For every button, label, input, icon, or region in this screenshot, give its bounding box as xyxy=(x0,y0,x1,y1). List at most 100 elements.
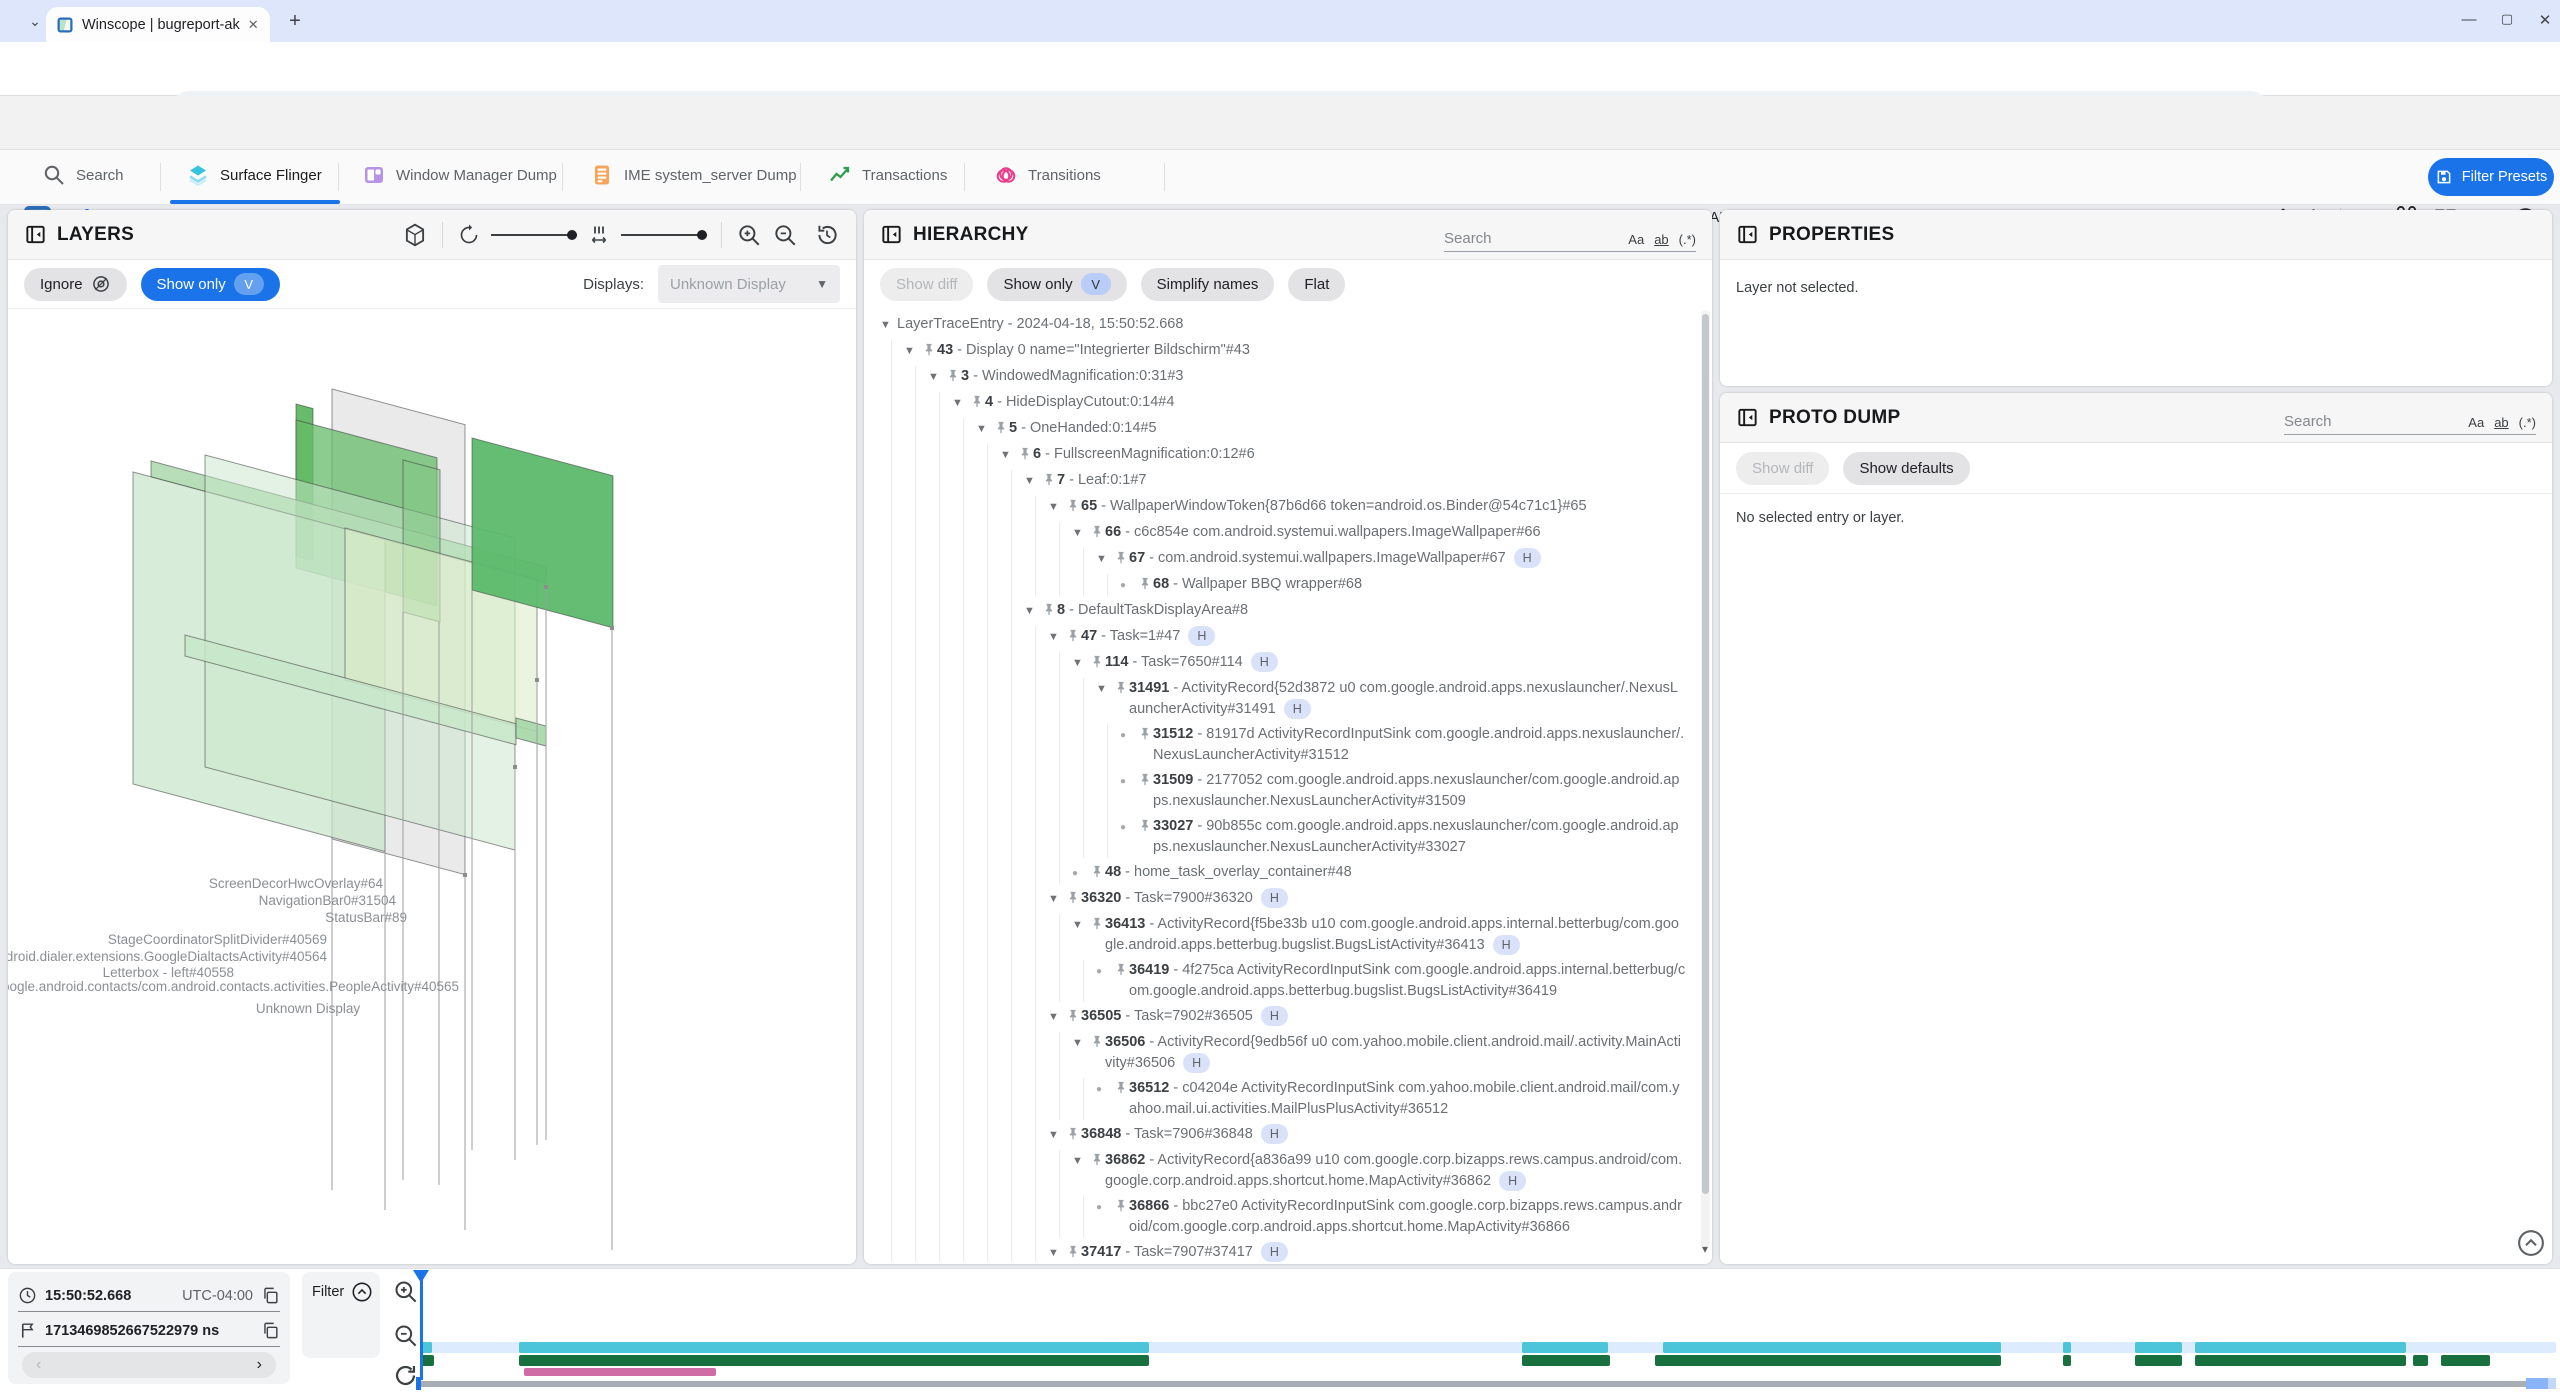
tree-node[interactable]: ●36512 - c04204e ActivityRecordInputSink… xyxy=(1096,1078,1686,1120)
panel-collapse-icon[interactable] xyxy=(24,223,47,246)
expand-caret-icon[interactable]: ▼ xyxy=(1048,888,1065,910)
expand-caret-icon[interactable]: ▼ xyxy=(1072,1032,1089,1054)
surfaceflinger-segment[interactable] xyxy=(2063,1342,2072,1353)
pin-icon[interactable] xyxy=(1089,862,1105,879)
transactions-segment[interactable] xyxy=(2195,1355,2406,1366)
tree-node[interactable]: ●31512 - 81917d ActivityRecordInputSink … xyxy=(1120,724,1686,766)
simplify-names-button[interactable]: Simplify names xyxy=(1141,268,1275,301)
show-diff-button[interactable]: Show diff xyxy=(880,268,973,301)
layer-label[interactable]: om.google.android.dialer.extensions.Goog… xyxy=(8,949,327,964)
window-maximize-button[interactable]: ▢ xyxy=(2490,11,2524,27)
transactions-segment[interactable] xyxy=(2063,1355,2072,1366)
pin-icon[interactable] xyxy=(945,366,961,383)
surfaceflinger-segment[interactable] xyxy=(1522,1342,1607,1353)
displays-select[interactable]: Unknown Display ▼ xyxy=(658,265,840,303)
expand-caret-icon[interactable]: ▼ xyxy=(1096,548,1113,570)
tree-node[interactable]: ▼36320 - Task=7900#36320H xyxy=(1048,888,1686,910)
transactions-segment[interactable] xyxy=(1522,1355,1610,1366)
surfaceflinger-segment[interactable] xyxy=(2135,1342,2182,1353)
timeline-cursor-line[interactable] xyxy=(420,1270,423,1380)
tree-node[interactable]: ▼65 - WallpaperWindowToken{87b6d66 token… xyxy=(1048,496,1686,518)
ignore-button[interactable]: Ignore xyxy=(24,268,127,301)
panel-collapse-icon[interactable] xyxy=(1736,223,1759,246)
expand-caret-icon[interactable]: ▼ xyxy=(1072,522,1089,544)
proto-search-input[interactable]: Search Aa ab (.*) xyxy=(2284,401,2536,435)
tab-window-manager-dump[interactable]: Window Manager Dump xyxy=(362,150,557,200)
tree-node[interactable]: ▼31491 - ActivityRecord{52d3872 u0 com.g… xyxy=(1096,678,1686,720)
scrollbar-thumb[interactable] xyxy=(1702,314,1709,1194)
rotation-slider[interactable] xyxy=(491,223,577,247)
tree-node[interactable]: ▼36848 - Task=7906#36848H xyxy=(1048,1124,1686,1146)
flat-button[interactable]: Flat xyxy=(1288,268,1345,301)
new-tab-button[interactable]: + xyxy=(284,10,306,32)
pin-icon[interactable] xyxy=(1041,470,1057,487)
match-word-toggle[interactable]: ab xyxy=(1654,232,1668,247)
window-minimize-button[interactable]: — xyxy=(2452,11,2486,28)
pin-icon[interactable] xyxy=(1089,522,1105,539)
regex-toggle[interactable]: (.*) xyxy=(1679,232,1696,247)
pin-icon[interactable] xyxy=(969,392,985,409)
tree-node[interactable]: ●36866 - bbc27e0 ActivityRecordInputSink… xyxy=(1096,1196,1686,1238)
pin-icon[interactable] xyxy=(1065,496,1081,513)
layers-3d-canvas[interactable]: ScreenDecorHwcOverlay#64NavigationBar0#3… xyxy=(8,309,856,1264)
layer-label[interactable]: com.google.android.contacts/com.android.… xyxy=(8,979,459,994)
tab-search[interactable]: Search xyxy=(42,150,124,200)
expand-caret-icon[interactable]: ▼ xyxy=(1072,1150,1089,1172)
panel-collapse-icon[interactable] xyxy=(880,223,903,246)
tree-node[interactable]: ▼36506 - ActivityRecord{9edb56f u0 com.y… xyxy=(1072,1032,1686,1074)
range-handle-right[interactable] xyxy=(2526,1378,2548,1389)
copy-icon[interactable] xyxy=(261,1321,280,1340)
tree-node[interactable]: ▼66 - c6c854e com.android.systemui.wallp… xyxy=(1072,522,1686,544)
3d-view-cube-icon[interactable] xyxy=(402,222,428,248)
browser-tab[interactable]: Winscope | bugreport-ak ✕ xyxy=(46,7,270,42)
transitions-segment[interactable] xyxy=(524,1368,716,1376)
tree-node[interactable]: ▼37417 - Task=7907#37417H xyxy=(1048,1242,1686,1262)
tree-node[interactable]: ▼7 - Leaf:0:1#7 xyxy=(1024,470,1686,492)
tab-ime-dump[interactable]: IME system_server Dump xyxy=(590,150,797,200)
match-word-toggle[interactable]: ab xyxy=(2494,415,2508,430)
transactions-segment[interactable] xyxy=(2135,1355,2182,1366)
tab-transitions[interactable]: Transitions xyxy=(994,150,1101,200)
pin-icon[interactable] xyxy=(1137,574,1153,591)
tree-node[interactable]: ●68 - Wallpaper BBQ wrapper#68 xyxy=(1120,574,1686,596)
transactions-segment[interactable] xyxy=(2413,1355,2428,1366)
human-time-field[interactable]: 15:50:52.668 UTC-04:00 xyxy=(18,1280,280,1312)
tree-node[interactable]: ▼36413 - ActivityRecord{f5be33b u10 com.… xyxy=(1072,914,1686,956)
spacing-slider[interactable] xyxy=(621,223,707,247)
panel-collapse-icon[interactable] xyxy=(1736,406,1759,429)
zoom-in-icon[interactable] xyxy=(736,222,762,248)
expand-caret-icon[interactable]: ▼ xyxy=(952,392,969,414)
pin-icon[interactable] xyxy=(1137,816,1153,833)
show-only-button[interactable]: Show only V xyxy=(141,268,280,301)
pin-icon[interactable] xyxy=(1113,678,1129,695)
transactions-segment[interactable] xyxy=(2441,1355,2490,1366)
filter-presets-button[interactable]: Filter Presets xyxy=(2428,158,2554,196)
scroll-down-arrow-icon[interactable]: ▾ xyxy=(1702,1242,1708,1256)
pin-icon[interactable] xyxy=(1113,1196,1129,1213)
layer-label[interactable]: NavigationBar0#31504 xyxy=(259,893,397,908)
expand-caret-icon[interactable]: ▼ xyxy=(1048,1006,1065,1028)
collapse-timeline-icon[interactable] xyxy=(2516,1228,2546,1258)
hierarchy-tree[interactable]: ▼LayerTraceEntry - 2024-04-18, 15:50:52.… xyxy=(880,310,1686,1262)
pin-icon[interactable] xyxy=(1137,770,1153,787)
timeline-zoom-out-icon[interactable] xyxy=(392,1322,419,1349)
pin-icon[interactable] xyxy=(1113,1078,1129,1095)
surfaceflinger-segment[interactable] xyxy=(1663,1342,2000,1353)
pin-icon[interactable] xyxy=(1065,1242,1081,1259)
expand-caret-icon[interactable]: ▼ xyxy=(1048,1124,1065,1146)
tree-node[interactable]: ▼5 - OneHanded:0:14#5 xyxy=(976,418,1686,440)
layer-rect[interactable] xyxy=(516,718,546,746)
surfaceflinger-segment[interactable] xyxy=(519,1342,1149,1353)
tree-node[interactable]: ▼3 - WindowedMagnification:0:31#3 xyxy=(928,366,1686,388)
match-case-toggle[interactable]: Aa xyxy=(1628,232,1644,247)
hierarchy-scrollbar[interactable] xyxy=(1701,310,1710,1248)
tree-node[interactable]: ▼43 - Display 0 name="Integrierter Bilds… xyxy=(904,340,1686,362)
copy-icon[interactable] xyxy=(261,1286,280,1305)
pin-icon[interactable] xyxy=(1041,600,1057,617)
transactions-segment[interactable] xyxy=(1655,1355,2001,1366)
next-entry-button[interactable]: › xyxy=(257,1356,262,1374)
tab-surface-flinger[interactable]: Surface Flinger xyxy=(186,150,322,200)
filter-collapse-icon[interactable] xyxy=(351,1281,373,1303)
reset-view-icon[interactable] xyxy=(814,222,840,248)
tree-node[interactable]: ▼8 - DefaultTaskDisplayArea#8 xyxy=(1024,600,1686,622)
